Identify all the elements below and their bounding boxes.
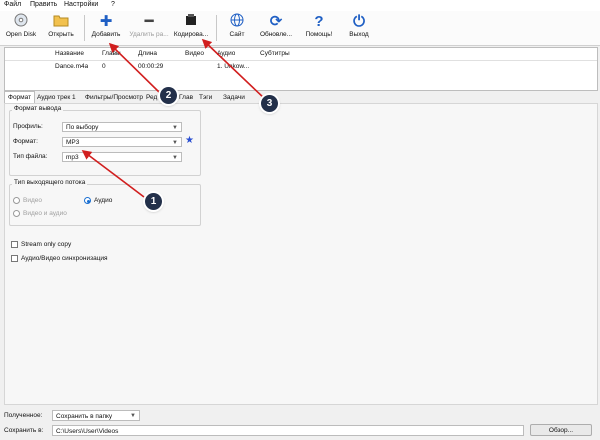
question-icon: ? xyxy=(314,13,324,30)
tab-audio-track[interactable]: Аудио трек 1 xyxy=(34,92,79,103)
file-list[interactable]: Название Главы Длина Видео Аудио Субтитр… xyxy=(4,47,598,91)
table-row[interactable]: Dance.m4a 0 00:00:29 1. Unkow... xyxy=(5,61,597,73)
annotation-badge-2: 2 xyxy=(160,87,177,104)
stream-only-copy-checkbox[interactable] xyxy=(11,241,18,248)
radio-video[interactable] xyxy=(13,197,20,204)
site-button[interactable]: Сайт xyxy=(224,13,250,43)
save-path-input[interactable]: C:\Users\User\Videos xyxy=(52,425,524,436)
chevron-down-icon: ▼ xyxy=(172,140,178,146)
format-label: Формат: xyxy=(13,138,38,145)
tab-chapters[interactable]: Глав xyxy=(176,92,196,103)
received-label: Полученное: xyxy=(4,412,43,419)
tab-tags[interactable]: Тэги xyxy=(196,92,215,103)
refresh-icon: ⟳ xyxy=(269,13,283,30)
plus-icon: ✚ xyxy=(99,13,113,30)
filetype-label: Тип файла: xyxy=(13,153,48,160)
av-sync-label: Аудио/Видео синхронизация xyxy=(21,255,108,262)
open-disk-button[interactable]: Open Disk xyxy=(4,13,38,43)
toolbar: Open Disk Открыть ✚ Добавить ━ Удалить р… xyxy=(0,11,600,46)
col-subtitles[interactable]: Субтитры xyxy=(260,50,290,57)
add-button[interactable]: ✚ Добавить xyxy=(88,13,124,43)
chevron-down-icon: ▼ xyxy=(172,125,178,131)
folder-icon xyxy=(44,13,78,31)
col-chapters[interactable]: Главы xyxy=(102,50,124,57)
cell-name: Dance.m4a xyxy=(55,63,89,70)
menu-settings[interactable]: Настройки xyxy=(64,1,98,8)
annotation-badge-3: 3 xyxy=(261,95,278,112)
annotation-badge-1: 1 xyxy=(145,193,162,210)
av-sync-checkbox[interactable] xyxy=(11,255,18,262)
menu-edit[interactable]: Править xyxy=(30,1,57,8)
radio-audio[interactable] xyxy=(84,197,91,204)
radio-video-audio[interactable] xyxy=(13,210,20,217)
star-icon[interactable]: ★ xyxy=(185,135,194,146)
disc-icon xyxy=(4,13,38,31)
tab-filters-preview[interactable]: Фильтры/Просмотр xyxy=(82,92,146,103)
radio-video-label: Видео xyxy=(23,197,42,204)
output-format-title: Формат вывода xyxy=(12,105,64,112)
file-list-header: Название Главы Длина Видео Аудио Субтитр… xyxy=(5,48,597,61)
filetype-select[interactable]: mp3 ▼ xyxy=(62,152,182,162)
toolbar-separator xyxy=(216,15,217,41)
stream-type-group xyxy=(9,184,201,226)
exit-button[interactable]: ⏻ Выход xyxy=(344,13,374,43)
col-video[interactable]: Видео xyxy=(185,50,204,57)
stream-type-title: Тип выходящего потока xyxy=(12,179,88,186)
menu-help[interactable]: ? xyxy=(111,1,115,8)
help-button[interactable]: ? Помощь! xyxy=(302,13,336,43)
update-button[interactable]: ⟳ Обновле... xyxy=(258,13,294,43)
chevron-down-icon: ▼ xyxy=(172,155,178,161)
tab-tasks[interactable]: Задачи xyxy=(220,92,248,103)
radio-audio-label: Аудио xyxy=(94,197,113,204)
received-select[interactable]: Сохранить в папку ▼ xyxy=(52,410,140,421)
radio-video-audio-label: Видео и аудио xyxy=(23,210,67,217)
profile-label: Профиль: xyxy=(13,123,43,130)
cell-audio: 1. Unkow... xyxy=(217,63,250,70)
cell-length: 00:00:29 xyxy=(138,63,164,70)
power-icon: ⏻ xyxy=(353,13,365,30)
encode-icon xyxy=(172,13,210,31)
toolbar-separator xyxy=(84,15,85,41)
profile-select[interactable]: По выбору ▼ xyxy=(62,122,182,132)
col-name[interactable]: Название xyxy=(55,50,84,57)
col-audio[interactable]: Аудио xyxy=(217,50,235,57)
browse-button[interactable]: Обзор... xyxy=(530,424,592,436)
encode-button[interactable]: Кодирова... xyxy=(172,13,210,43)
chevron-down-icon: ▼ xyxy=(130,413,136,419)
remove-button[interactable]: ━ Удалить ра... xyxy=(128,13,170,43)
minus-icon: ━ xyxy=(144,13,154,30)
stream-only-copy-label: Stream only copy xyxy=(21,241,72,248)
cell-chapters: 0 xyxy=(102,63,106,70)
save-to-label: Сохранить в: xyxy=(4,427,44,434)
globe-icon xyxy=(224,13,250,31)
format-select[interactable]: MP3 ▼ xyxy=(62,137,182,147)
tab-edit[interactable]: Ред xyxy=(143,92,160,103)
format-panel: Формат вывода Профиль: По выбору ▼ Форма… xyxy=(4,103,598,405)
col-length[interactable]: Длина xyxy=(138,50,157,57)
menu-file[interactable]: Файл xyxy=(4,1,21,8)
open-button[interactable]: Открыть xyxy=(44,13,78,43)
